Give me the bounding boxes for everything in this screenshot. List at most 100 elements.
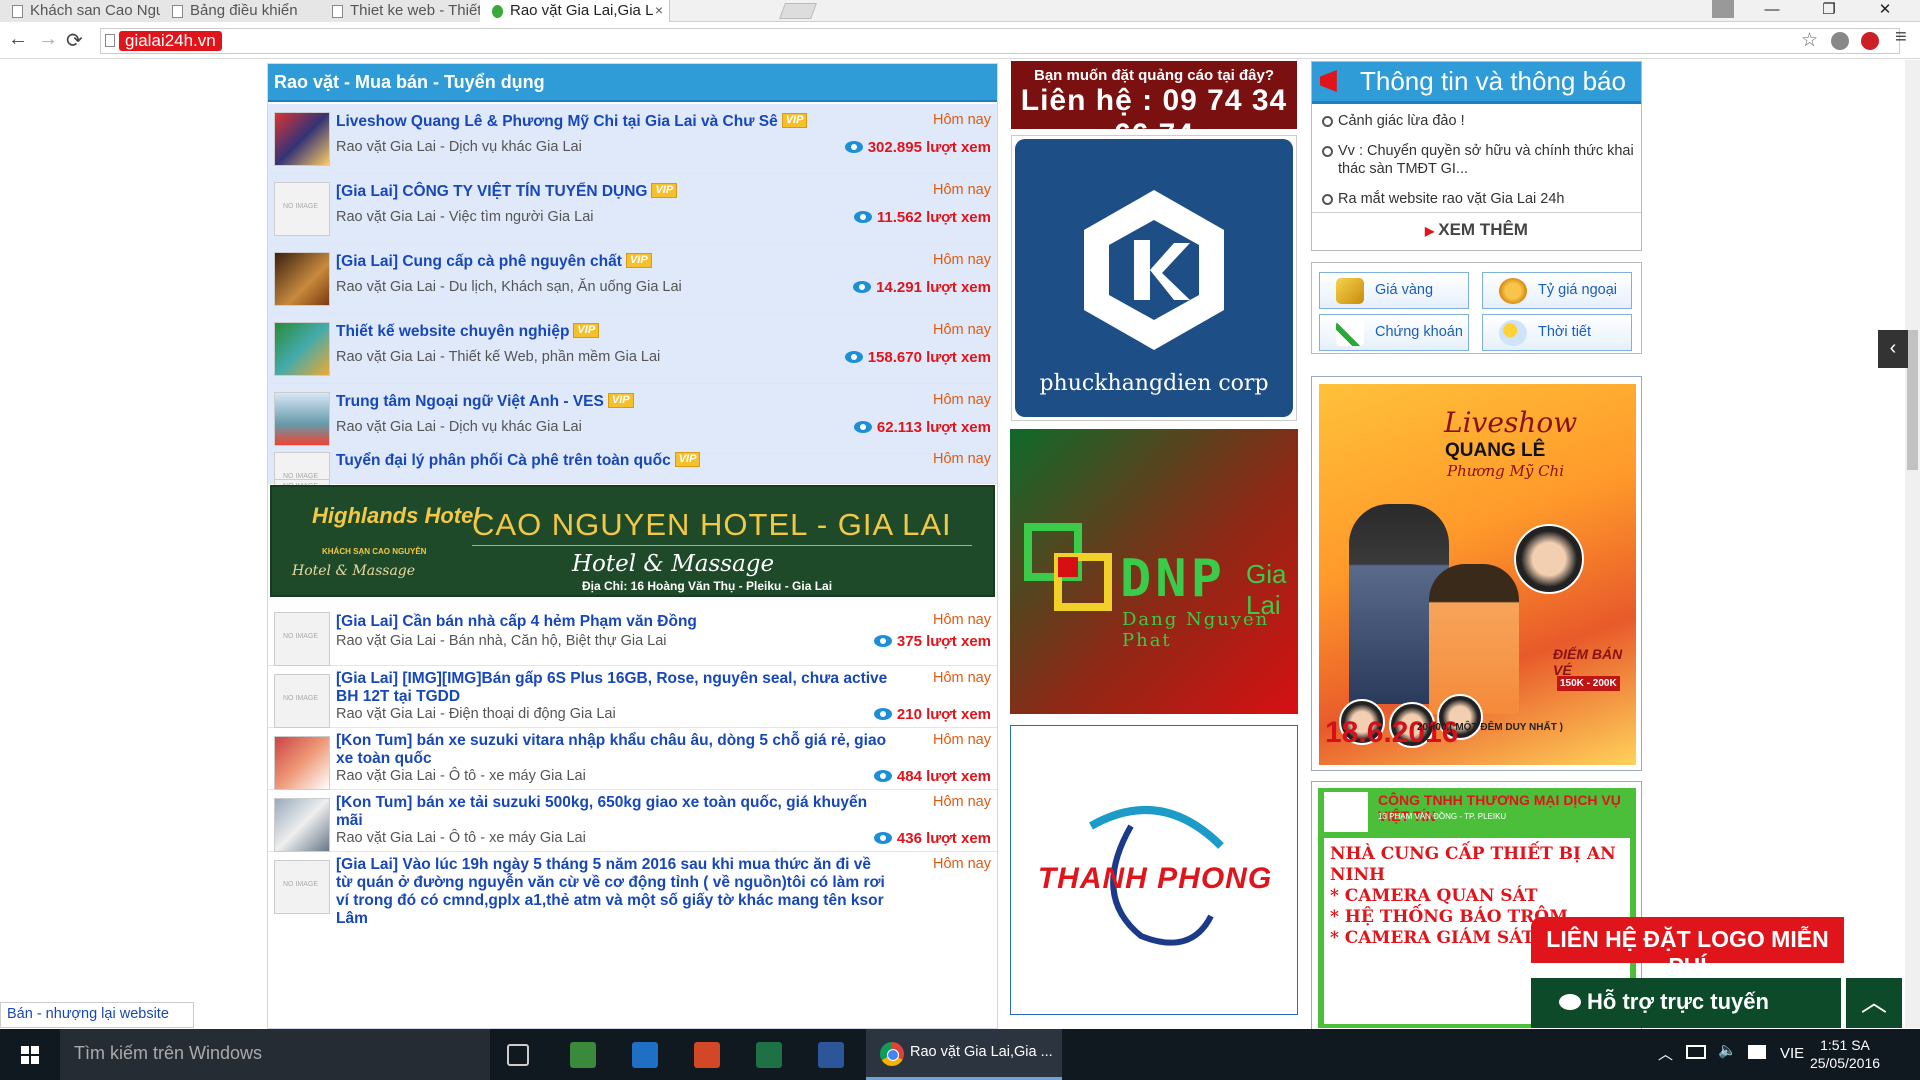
browser-tab-4-active[interactable]: Rao vặt Gia Lai,Gia L × [480, 0, 670, 22]
gold-price-button[interactable]: Giá vàng [1319, 272, 1469, 309]
volume-icon[interactable]: 🔈 [1718, 1041, 1737, 1059]
online-support-button[interactable]: Hỗ trợ trực tuyến [1531, 978, 1841, 1028]
item-thumbnail[interactable] [274, 322, 330, 376]
page-info-icon[interactable] [105, 34, 115, 47]
profile-avatar-icon[interactable] [1712, 0, 1734, 18]
minimize-button[interactable]: — [1749, 0, 1795, 22]
reload-button[interactable]: ⟳ [66, 28, 83, 53]
item-thumbnail[interactable] [274, 736, 330, 790]
no-image-thumbnail[interactable] [274, 860, 330, 914]
item-title-link[interactable]: [Gia Lai] Cần bán nhà cấp 4 hẻm Phạm văn… [336, 613, 891, 631]
hotel-banner-ad[interactable]: Highlands Hotel KHÁCH SẠN CAO NGUYÊN Hot… [270, 485, 995, 597]
no-image-thumbnail[interactable] [274, 182, 330, 236]
hotel-logo-subtitle: KHÁCH SẠN CAO NGUYÊN [322, 547, 427, 556]
liveshow-poster-ad[interactable]: Liveshow QUANG LÊ Phương Mỹ Chi ĐIỂM BÁN… [1311, 376, 1642, 771]
thanhphong-ad[interactable]: THANH PHONG [1010, 725, 1298, 1015]
chevron-up-icon[interactable]: ︿ [1658, 1043, 1673, 1064]
url-text[interactable]: gialai24h.vn [119, 31, 222, 51]
no-image-thumbnail[interactable] [274, 612, 330, 666]
exchange-rate-button[interactable]: Tỷ giá ngoại [1482, 272, 1632, 309]
item-thumbnail[interactable] [274, 392, 330, 446]
item-title-link[interactable]: Thiết kế website chuyên nghiệp VIP [336, 323, 891, 341]
item-thumbnail[interactable] [274, 252, 330, 306]
list-item[interactable]: Thiết kế website chuyên nghiệp VIP Rao vặ… [268, 314, 997, 384]
back-button[interactable]: ← [8, 28, 28, 51]
new-tab-button[interactable] [779, 3, 817, 19]
item-thumbnail[interactable] [274, 112, 330, 166]
side-panel-toggle[interactable]: ‹ [1878, 330, 1908, 368]
item-title-link[interactable]: [Kon Tum] bán xe suzuki vitara nhập khẩu… [336, 732, 891, 768]
poster-image: Liveshow QUANG LÊ Phương Mỹ Chi ĐIỂM BÁN… [1319, 384, 1636, 765]
item-title-link[interactable]: Tuyển đại lý phân phối Cà phê trên toàn … [336, 452, 891, 470]
start-button[interactable] [0, 1029, 60, 1080]
stock-button[interactable]: Chứng khoán [1319, 314, 1469, 351]
vip-badge: VIP [651, 183, 678, 198]
scroll-thumb[interactable] [1907, 330, 1918, 470]
list-item[interactable]: [Kon Tum] bán xe suzuki vitara nhập khẩu… [268, 728, 997, 790]
list-item[interactable]: [Gia Lai] CÔNG TY VIỆT TÍN TUYỂN DỤNGVIP… [268, 174, 997, 244]
list-item[interactable]: [Kon Tum] bán xe tải suzuki 500kg, 650kg… [268, 790, 997, 852]
pinterest-icon[interactable] [1861, 32, 1879, 50]
close-window-button[interactable]: ✕ [1862, 0, 1908, 22]
weather-button[interactable]: Thời tiết [1482, 314, 1632, 351]
publisher-icon[interactable] [570, 1042, 596, 1068]
taskbar-search[interactable]: Tìm kiếm trên Windows [60, 1029, 490, 1080]
list-item[interactable]: Tuyển đại lý phân phối Cà phê trên toàn … [268, 444, 997, 484]
item-title-link[interactable]: [Kon Tum] bán xe tải suzuki 500kg, 650kg… [336, 794, 891, 830]
outlook-icon[interactable] [632, 1042, 658, 1068]
extension-icon[interactable] [1831, 32, 1849, 50]
eye-icon [853, 211, 872, 223]
list-item[interactable]: [Gia Lai] Cần bán nhà cấp 4 hẻm Phạm văn… [268, 604, 997, 666]
excel-icon[interactable] [756, 1042, 782, 1068]
item-title-link[interactable]: [Gia Lai] Vào lúc 19h ngày 5 tháng 5 năm… [336, 856, 891, 928]
scroll-to-top-button[interactable]: ︿ [1844, 978, 1902, 1028]
list-item[interactable]: [Gia Lai] Cung cấp cà phê nguyên chất VIP… [268, 244, 997, 314]
bookmark-star-icon[interactable]: ☆ [1801, 29, 1818, 52]
dnp-ad[interactable]: DNP Gia Lai Dang Nguyen Phat [1010, 429, 1298, 714]
list-item[interactable]: Liveshow Quang Lê & Phương Mỹ Chi tại Gi… [268, 104, 997, 174]
item-category: Rao vặt Gia Lai - Việc tìm người Gia Lai [336, 209, 594, 225]
notice-link[interactable]: Cảnh giác lừa đảo ! [1322, 112, 1640, 130]
network-icon[interactable] [1686, 1045, 1706, 1059]
no-image-thumbnail[interactable] [274, 674, 330, 728]
classifieds-list: Rao vặt - Mua bán - Tuyển dụng Liveshow … [267, 63, 998, 1029]
phuckhang-ad-panel: phuckhangdien corp [1015, 139, 1293, 417]
item-category: Rao vặt Gia Lai - Dịch vụ khác Gia Lai [336, 419, 582, 435]
item-date: Hôm nay [932, 322, 991, 338]
advertise-here-banner[interactable]: Bạn muốn đặt quảng cáo tại đây? Liên hệ … [1011, 61, 1297, 151]
free-logo-promo-banner[interactable]: LIÊN HỆ ĐẶT LOGO MIỄN PHÍ [1531, 917, 1844, 979]
notice-link[interactable]: Vv : Chuyển quyền sở hữu và chính thức k… [1322, 142, 1640, 178]
notice-link[interactable]: Ra mắt website rao vặt Gia Lai 24h [1322, 190, 1640, 208]
item-title-link[interactable]: [Gia Lai] CÔNG TY VIỆT TÍN TUYỂN DỤNG VIP [336, 183, 891, 201]
vip-badge: VIP [781, 113, 808, 128]
address-bar[interactable]: gialai24h.vn ☆ [100, 28, 1900, 54]
powerpoint-icon[interactable] [694, 1042, 720, 1068]
item-title-link[interactable]: [Gia Lai] Cung cấp cà phê nguyên chất VIP [336, 253, 891, 271]
task-view-icon[interactable] [507, 1044, 529, 1066]
list-item[interactable]: [Gia Lai] [IMG][IMG]Bán gấp 6S Plus 16GB… [268, 666, 997, 728]
phuckhang-ad[interactable]: phuckhangdien corp [1011, 135, 1297, 421]
vip-badge: VIP [625, 253, 652, 268]
no-image-thumbnail[interactable] [274, 452, 330, 480]
page-scrollbar[interactable] [1905, 60, 1920, 1028]
forward-button[interactable]: → [38, 28, 58, 51]
notification-icon[interactable] [1748, 1045, 1766, 1059]
clock-time: 1:51 SA [1820, 1037, 1870, 1053]
restore-button[interactable]: ❐ [1806, 0, 1852, 22]
see-more-link[interactable]: ▶ XEM THÊM [1312, 220, 1641, 240]
item-title-link[interactable]: [Gia Lai] [IMG][IMG]Bán gấp 6S Plus 16GB… [336, 670, 891, 706]
language-indicator[interactable]: VIE [1780, 1045, 1804, 1062]
word-icon[interactable] [818, 1042, 844, 1068]
service-line: * CAMERA QUAN SÁT [1330, 886, 1538, 906]
item-title-link[interactable]: Liveshow Quang Lê & Phương Mỹ Chi tại Gi… [336, 113, 891, 131]
taskbar-clock[interactable]: 1:51 SA 25/05/2016 [1805, 1036, 1885, 1072]
item-title-link[interactable]: Trung tâm Ngoại ngữ Việt Anh - VES VIP [336, 393, 891, 411]
dnp-logo-icon [1024, 523, 1112, 611]
item-thumbnail[interactable] [274, 798, 330, 852]
guest-face [1514, 524, 1584, 594]
list-item[interactable]: [Gia Lai] Vào lúc 19h ngày 5 tháng 5 năm… [268, 852, 997, 1029]
close-icon[interactable]: × [655, 2, 663, 18]
taskbar-chrome-window[interactable]: Rao vặt Gia Lai,Gia ... [866, 1029, 1062, 1080]
browser-menu-icon[interactable]: ≡ [1895, 26, 1907, 49]
eye-icon [873, 770, 892, 782]
